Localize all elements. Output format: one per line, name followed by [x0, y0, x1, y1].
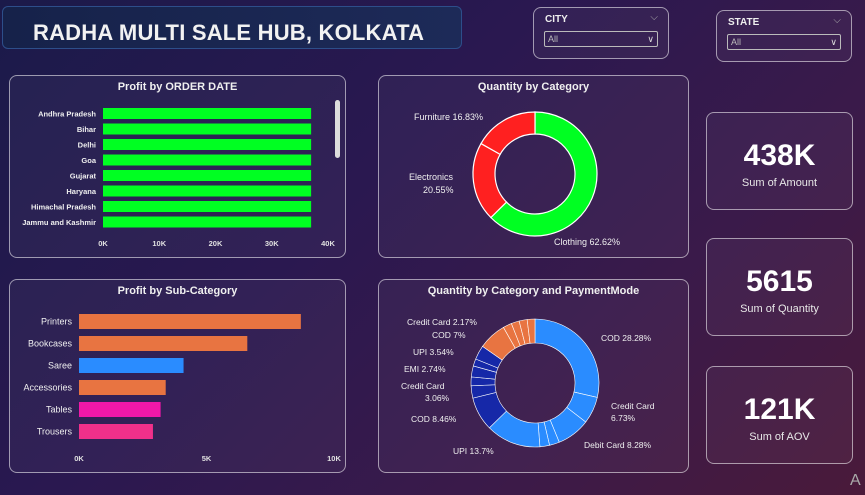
chevron-up-icon[interactable]: ⌵ — [650, 12, 658, 23]
city-dropdown[interactable]: All ∨ — [544, 31, 658, 47]
slice-label: COD 7% — [432, 330, 466, 340]
kpi-card-quantity: 5615 Sum of Quantity — [706, 238, 853, 336]
bar-category-label: Gujarat — [70, 172, 97, 181]
slice-label: UPI 3.54% — [413, 347, 454, 357]
bar — [103, 170, 312, 181]
chevron-up-icon[interactable]: ⌵ — [833, 15, 841, 26]
kpi-value: 438K — [743, 139, 816, 172]
state-slicer-label: STATE — [728, 17, 760, 28]
profit-by-subcategory-panel: Profit by Sub-Category Printers Bookcases… — [9, 279, 346, 473]
bar-category-label: Delhi — [78, 141, 96, 150]
slice-label: Debit Card 8.28% — [584, 440, 652, 450]
bar-category-label: Jammu and Kashmir — [22, 218, 96, 227]
bar — [79, 380, 166, 395]
kpi-label: Sum of AOV — [749, 431, 810, 443]
bar — [103, 108, 312, 119]
x-tick-label: 20K — [209, 239, 223, 248]
bar-category-label: Printers — [41, 317, 73, 327]
state-dropdown-value: All — [731, 37, 742, 47]
slice-label: UPI 13.7% — [453, 446, 494, 456]
profit-by-subcategory-chart: Printers Bookcases Saree Accessories Tables T… — [23, 314, 341, 463]
slice-label: Credit Card 2.17% — [407, 317, 477, 327]
bar-category-label: Saree — [48, 361, 72, 371]
bar-category-label: Accessories — [23, 383, 72, 393]
quantity-by-paymentmode-chart: COD 28.28% Credit Card 6.73% Debit Card 8.2… — [401, 317, 655, 456]
x-tick-label: 5K — [202, 454, 212, 463]
slice-label: COD 28.28% — [601, 333, 652, 343]
state-slicer[interactable]: STATE ⌵ All ∨ — [716, 10, 852, 62]
kpi-label: Sum of Quantity — [740, 303, 819, 315]
bar — [79, 314, 301, 329]
slice-label: EMI 2.74% — [404, 364, 446, 374]
city-slicer-label: CITY — [545, 14, 568, 25]
slice-label: Furniture 16.83% — [414, 112, 483, 122]
dashboard-title: RADHA MULTI SALE HUB, KOLKATA — [33, 20, 425, 45]
bar-category-label: Himachal Pradesh — [31, 203, 96, 212]
bar — [79, 358, 184, 373]
slice-label: 6.73% — [611, 413, 636, 423]
chevron-down-icon[interactable]: ∨ — [647, 32, 654, 46]
scrollbar-thumb[interactable] — [335, 100, 340, 158]
donut-slice — [472, 142, 508, 219]
kpi-value: 5615 — [746, 265, 813, 298]
x-tick-label: 40K — [321, 239, 335, 248]
x-tick-label: 0K — [74, 454, 84, 463]
slice-label: COD 8.46% — [411, 414, 457, 424]
kpi-value: 121K — [743, 393, 816, 426]
kpi-card-aov: 121K Sum of AOV — [706, 366, 853, 464]
slice-label: 20.55% — [423, 185, 454, 195]
bar — [103, 185, 312, 197]
quantity-by-category-chart: Clothing 62.62% Electronics 20.55% Furnitur… — [409, 111, 620, 247]
city-slicer[interactable]: CITY ⌵ All ∨ — [533, 7, 669, 59]
slice-label: Credit Card — [401, 381, 445, 391]
bar-category-label: Bookcases — [28, 339, 73, 349]
profit-by-order-date-chart: Andhra Pradesh Bihar Delhi Goa Gujarat Haryan… — [22, 100, 340, 248]
bar-category-label: Goa — [81, 156, 96, 165]
bar — [79, 402, 161, 417]
slice-label: Electronics — [409, 172, 454, 182]
bar-category-label: Haryana — [66, 187, 96, 196]
donut-slice — [480, 111, 536, 156]
bar — [103, 216, 312, 228]
quantity-by-paymentmode-panel: Quantity by Category and PaymentMode COD… — [378, 279, 689, 473]
x-tick-label: 0K — [98, 239, 108, 248]
bar-category-label: Tables — [46, 405, 73, 415]
kpi-card-amount: 438K Sum of Amount — [706, 112, 853, 210]
x-tick-label: 10K — [152, 239, 166, 248]
bar-category-label: Andhra Pradesh — [38, 110, 96, 119]
quantity-by-category-panel: Quantity by Category Clothing 62.62% Elec… — [378, 75, 689, 258]
bar — [79, 336, 248, 351]
bar-category-label: Bihar — [77, 125, 96, 134]
city-dropdown-value: All — [548, 34, 559, 44]
state-dropdown[interactable]: All ∨ — [727, 34, 841, 50]
slice-label: Credit Card — [611, 401, 655, 411]
donut-slice — [534, 318, 600, 398]
kpi-label: Sum of Amount — [741, 177, 818, 189]
dashboard-title-box: RADHA MULTI SALE HUB, KOLKATA — [2, 6, 462, 49]
watermark-glyph: A — [850, 472, 861, 489]
profit-by-order-date-panel: Profit by ORDER DATE Andhra Pradesh Bihar… — [9, 75, 346, 258]
bar-category-label: Trousers — [37, 427, 73, 437]
slice-label: 3.06% — [425, 393, 450, 403]
bar — [103, 201, 312, 212]
chevron-down-icon[interactable]: ∨ — [830, 35, 837, 49]
bar — [103, 139, 312, 150]
bar — [103, 123, 312, 135]
bar — [79, 424, 153, 439]
bar — [103, 154, 312, 166]
x-tick-label: 30K — [265, 239, 279, 248]
slice-label: Clothing 62.62% — [554, 237, 620, 247]
x-tick-label: 10K — [327, 454, 341, 463]
